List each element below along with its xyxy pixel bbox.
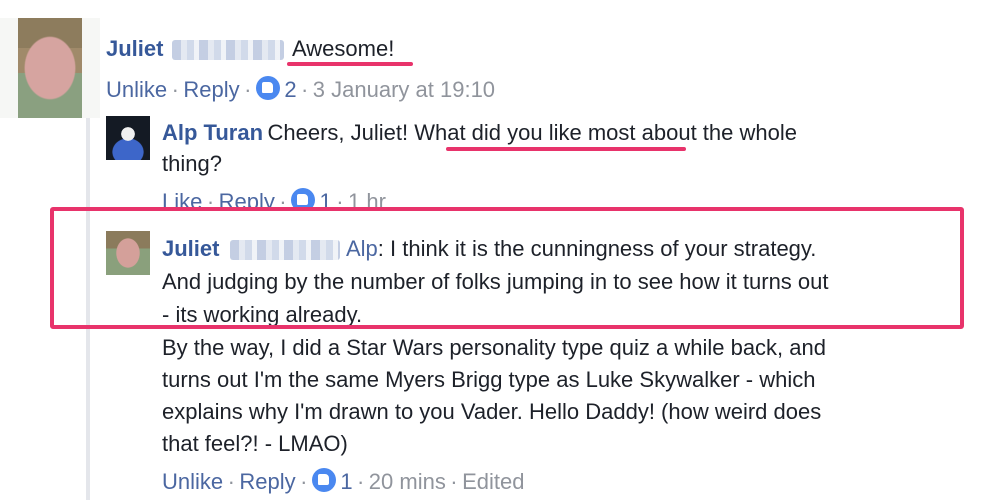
- reply1-actions: Like · Reply · 1 · 1 hr: [162, 188, 386, 208]
- reply2-timestamp[interactable]: 20 mins: [369, 469, 446, 494]
- reply2-actions: Unlike · Reply · 1 · 20 mins · Edited: [162, 468, 524, 495]
- like-thumb-icon[interactable]: [311, 468, 336, 492]
- like-thumb-icon[interactable]: [291, 188, 316, 208]
- reply1-text-line1: Cheers, Juliet! What did you like most a…: [267, 120, 797, 145]
- comment-author-name[interactable]: Juliet: [106, 36, 163, 61]
- comment-header: Juliet: [106, 36, 163, 62]
- reply-link[interactable]: Reply: [183, 77, 239, 102]
- reply1-author-name[interactable]: Alp Turan: [162, 120, 263, 145]
- reply2-text-line: turns out I'm the same Myers Brigg type …: [162, 367, 816, 392]
- annotation-highlight-box: [50, 207, 964, 329]
- reply2-text-line: explains why I'm drawn to you Vader. Hel…: [162, 399, 822, 424]
- reply2-text-line: By the way, I did a Star Wars personalit…: [162, 335, 826, 360]
- like-count[interactable]: 1: [340, 469, 352, 494]
- separator-dot: ·: [336, 189, 344, 208]
- like-thumb-icon[interactable]: [255, 76, 280, 100]
- reply-link[interactable]: Reply: [219, 189, 275, 208]
- comment-actions: Unlike · Reply · 2 · 3 January at 19:10: [106, 76, 495, 103]
- separator-dot: ·: [244, 77, 252, 102]
- separator-dot: ·: [301, 77, 309, 102]
- reply-link[interactable]: Reply: [239, 469, 295, 494]
- separator-dot: ·: [171, 77, 179, 102]
- comment-timestamp[interactable]: 3 January at 19:10: [313, 77, 495, 102]
- juliet-avatar[interactable]: [0, 18, 100, 118]
- reply1-line1: Alp Turan Cheers, Juliet! What did you l…: [162, 120, 797, 146]
- like-count[interactable]: 1: [320, 189, 332, 208]
- unlike-link[interactable]: Unlike: [162, 469, 223, 494]
- separator-dot: ·: [206, 189, 215, 208]
- separator-dot: ·: [300, 469, 308, 494]
- separator-dot: ·: [357, 469, 365, 494]
- annotation-underline: [287, 62, 413, 66]
- separator-dot: ·: [279, 189, 287, 208]
- comment-text: Awesome!: [292, 36, 395, 61]
- unlike-link[interactable]: Unlike: [106, 77, 167, 102]
- separator-dot: ·: [450, 469, 458, 494]
- blurred-surname: [172, 40, 284, 60]
- edited-label[interactable]: Edited: [462, 469, 524, 494]
- reply1-timestamp[interactable]: 1 hr: [348, 189, 386, 208]
- reply2-text-line: that feel?! - LMAO): [162, 431, 348, 456]
- like-link[interactable]: Like: [162, 189, 202, 208]
- alp-avatar[interactable]: [106, 116, 150, 160]
- annotation-underline: [446, 147, 686, 151]
- separator-dot: ·: [227, 469, 235, 494]
- reply1-text-line2: thing?: [162, 151, 222, 176]
- like-count[interactable]: 2: [284, 77, 296, 102]
